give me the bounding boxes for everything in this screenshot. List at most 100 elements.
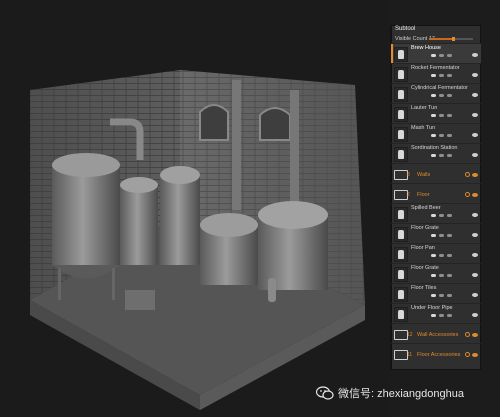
3d-viewport[interactable] [0,0,390,417]
eye-icon[interactable] [472,253,478,257]
folder-gear-icon[interactable] [465,172,470,177]
subtool-item[interactable]: Rocket Fermentator [391,63,481,83]
toggle-icon[interactable] [447,214,452,217]
toggle-icon[interactable] [439,154,444,157]
eye-icon[interactable] [472,73,478,77]
folder-icon[interactable] [394,167,408,180]
toggle-icon[interactable] [431,54,436,57]
subtool-name: Floor Tiles [411,285,437,291]
subtool-item[interactable]: Floor Tiles [391,283,481,303]
toggle-icon[interactable] [439,134,444,137]
visible-count-row[interactable]: Visible Count 17 [391,35,481,43]
toggle-icon[interactable] [431,234,436,237]
subtool-thumbnail[interactable] [394,67,408,82]
toggle-icon[interactable] [447,254,452,257]
eye-icon[interactable] [472,273,478,277]
toggle-icon[interactable] [439,274,444,277]
folder-icon[interactable] [394,187,408,200]
toggle-icon[interactable] [439,214,444,217]
toggle-icon[interactable] [447,154,452,157]
folder-icon[interactable] [394,327,408,340]
eye-icon[interactable] [472,313,478,317]
toggle-icon[interactable] [447,274,452,277]
folder-gear-icon[interactable] [465,192,470,197]
eye-icon[interactable] [472,293,478,297]
toggle-icon[interactable] [447,294,452,297]
toggle-icon[interactable] [439,254,444,257]
subtool-folder[interactable]: 2 Floor [391,183,481,203]
eye-icon[interactable] [472,213,478,217]
subtool-item[interactable]: Spilled Beer [391,203,481,223]
subtool-name: Under Floor Pipe [411,305,453,311]
eye-icon[interactable] [472,353,478,357]
subtool-thumbnail[interactable] [394,207,408,222]
toggle-icon[interactable] [439,234,444,237]
subtool-thumbnail[interactable] [394,247,408,262]
folder-name: Floor [417,192,430,198]
subtool-item[interactable]: Brew House [391,43,481,63]
eye-icon[interactable] [472,113,478,117]
toggle-icon[interactable] [447,54,452,57]
toggle-icon[interactable] [431,314,436,317]
toggle-icon[interactable] [439,74,444,77]
subtool-item[interactable]: Lauter Tun [391,103,481,123]
toggle-icon[interactable] [431,94,436,97]
folder-gear-icon[interactable] [465,352,470,357]
toggle-icon[interactable] [447,234,452,237]
toggle-icon[interactable] [431,134,436,137]
toggle-icon[interactable] [431,114,436,117]
toggle-icon[interactable] [439,314,444,317]
eye-icon[interactable] [472,133,478,137]
folder-gear-icon[interactable] [465,332,470,337]
subtool-name: Spilled Beer [411,205,441,211]
toggle-icon[interactable] [447,74,452,77]
subtool-item[interactable]: Floor Grate [391,223,481,243]
toggle-icon[interactable] [439,94,444,97]
subtool-thumbnail[interactable] [394,127,408,142]
subtool-item[interactable]: Floor Pan [391,243,481,263]
subtool-thumbnail[interactable] [394,107,408,122]
subtool-thumbnail[interactable] [394,227,408,242]
subtool-folder[interactable]: 11 Floor Accessories [391,343,481,363]
eye-icon[interactable] [472,333,478,337]
toggle-icon[interactable] [447,94,452,97]
eye-icon[interactable] [472,233,478,237]
subtool-thumbnail[interactable] [394,287,408,302]
slider-knob[interactable] [452,37,456,41]
toggle-icon[interactable] [439,114,444,117]
toggle-icon[interactable] [431,294,436,297]
subtool-item[interactable]: Under Floor Pipe [391,303,481,323]
selection-indicator [391,44,393,63]
toggle-icon[interactable] [431,214,436,217]
subtool-folder[interactable]: 12 Wall Accessories [391,323,481,343]
subtool-item[interactable]: Floor Grate [391,263,481,283]
subtool-folder[interactable]: 8 Walls [391,163,481,183]
eye-icon[interactable] [472,193,478,197]
subtool-thumbnail[interactable] [394,307,408,322]
folder-icon[interactable] [394,347,408,360]
toggle-icon[interactable] [447,134,452,137]
subtool-thumbnail[interactable] [394,267,408,282]
folder-name: Floor Accessories [417,352,461,358]
toggle-icon[interactable] [431,254,436,257]
visible-count-slider[interactable] [429,37,473,41]
eye-icon[interactable] [472,93,478,97]
eye-icon[interactable] [472,173,478,177]
eye-icon[interactable] [472,53,478,57]
toggle-icon[interactable] [439,294,444,297]
subtool-panel-title[interactable]: Subtool [391,25,481,35]
subtool-item[interactable]: Mash Tun [391,123,481,143]
folder-name: Wall Accessories [417,332,459,338]
subtool-thumbnail[interactable] [394,147,408,162]
subtool-thumbnail[interactable] [394,47,408,62]
eye-icon[interactable] [472,153,478,157]
subtool-thumbnail[interactable] [394,87,408,102]
subtool-item[interactable]: Cylindrical Fermentator [391,83,481,103]
toggle-icon[interactable] [439,54,444,57]
toggle-icon[interactable] [447,314,452,317]
subtool-item[interactable]: Sordination Station [391,143,481,163]
toggle-icon[interactable] [431,274,436,277]
toggle-icon[interactable] [447,114,452,117]
toggle-icon[interactable] [431,154,436,157]
toggle-icon[interactable] [431,74,436,77]
